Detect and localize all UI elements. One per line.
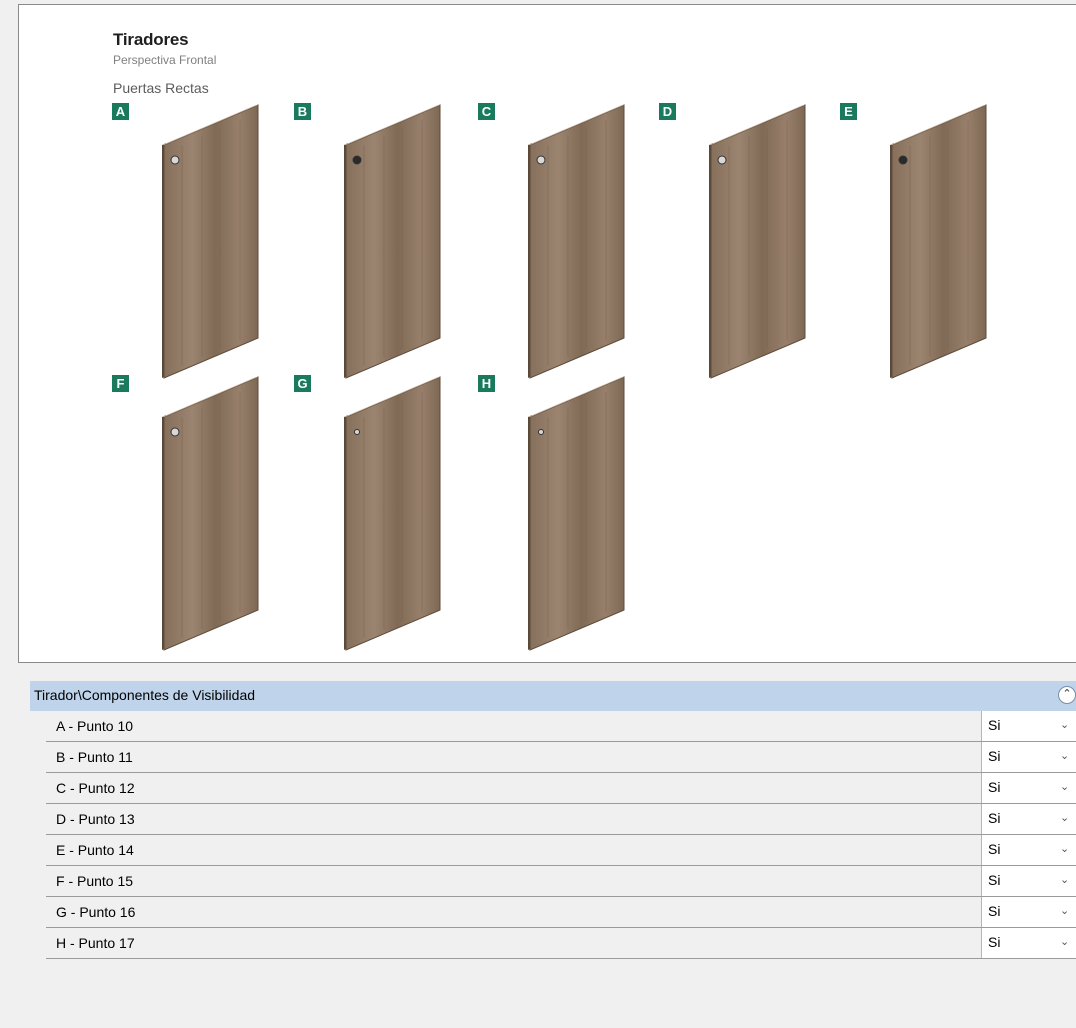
property-label: E - Punto 14 [56, 842, 134, 858]
dropdown-value: Si [988, 717, 1001, 733]
visibility-dropdown[interactable]: Si ⌄ [981, 711, 1076, 741]
visibility-dropdown[interactable]: Si ⌄ [981, 804, 1076, 834]
property-label: A - Punto 10 [56, 718, 134, 734]
property-row: C - Punto 12 Si ⌄ [46, 773, 1076, 804]
preview-panel: Tiradores Perspectiva Frontal Puertas Re… [18, 4, 1076, 663]
visibility-dropdown[interactable]: Si ⌄ [981, 866, 1076, 896]
properties-group-header[interactable]: Tirador\Componentes de Visibilidad ⌃ [30, 681, 1076, 711]
property-rows: A - Punto 10 Si ⌄ B - Punto 11 Si ⌄ C - Punto … [30, 711, 1076, 959]
square-handle-icon [717, 155, 727, 165]
door-panel-image [528, 376, 625, 651]
visibility-dropdown[interactable]: Si ⌄ [981, 773, 1076, 803]
door-item-c: C [478, 103, 638, 379]
chevron-up-double-icon[interactable]: ⌃ [1058, 686, 1076, 704]
visibility-dropdown[interactable]: Si ⌄ [981, 928, 1076, 958]
round-knob-icon [170, 155, 180, 165]
property-row: G - Punto 16 Si ⌄ [46, 897, 1076, 928]
property-row: A - Punto 10 Si ⌄ [46, 711, 1076, 742]
small-knob-icon [538, 429, 544, 435]
property-label: G - Punto 16 [56, 904, 136, 920]
dropdown-value: Si [988, 810, 1001, 826]
door-panel-image [709, 104, 806, 379]
properties-panel: Tirador\Componentes de Visibilidad ⌃ A -… [30, 681, 1076, 959]
door-item-g: G [294, 375, 454, 651]
pull-handle-icon [536, 155, 546, 165]
dropdown-value: Si [988, 872, 1001, 888]
preview-subtitle: Perspectiva Frontal [113, 53, 217, 67]
door-item-h: H [478, 375, 638, 651]
door-item-b: B [294, 103, 454, 379]
property-row: H - Punto 17 Si ⌄ [46, 928, 1076, 959]
section-label: Puertas Rectas [113, 80, 209, 96]
chevron-down-icon[interactable]: ⌄ [1060, 935, 1069, 948]
small-knob-icon [354, 429, 360, 435]
visibility-dropdown[interactable]: Si ⌄ [981, 835, 1076, 865]
dark-knob-icon [352, 155, 362, 165]
chevron-down-icon[interactable]: ⌄ [1060, 749, 1069, 762]
door-panel-image [528, 104, 625, 379]
chevron-down-icon[interactable]: ⌄ [1060, 904, 1069, 917]
property-row: D - Punto 13 Si ⌄ [46, 804, 1076, 835]
door-item-d: D [659, 103, 819, 379]
door-panel-image [162, 104, 259, 379]
round-knob-icon [170, 427, 180, 437]
chevron-down-icon[interactable]: ⌄ [1060, 873, 1069, 886]
door-panel-image [162, 376, 259, 651]
chevron-down-icon[interactable]: ⌄ [1060, 811, 1069, 824]
property-label: B - Punto 11 [56, 749, 133, 765]
property-label: D - Punto 13 [56, 811, 135, 827]
door-panel-image [344, 376, 441, 651]
property-row: E - Punto 14 Si ⌄ [46, 835, 1076, 866]
door-item-e: E [840, 103, 1000, 379]
door-item-a: A [112, 103, 272, 379]
dropdown-value: Si [988, 748, 1001, 764]
chevron-down-icon[interactable]: ⌄ [1060, 842, 1069, 855]
property-row: F - Punto 15 Si ⌄ [46, 866, 1076, 897]
property-row: B - Punto 11 Si ⌄ [46, 742, 1076, 773]
door-panel-image [890, 104, 987, 379]
dropdown-value: Si [988, 841, 1001, 857]
preview-title: Tiradores [113, 30, 189, 49]
chevron-down-icon[interactable]: ⌄ [1060, 718, 1069, 731]
dark-knob-icon [898, 155, 908, 165]
dropdown-value: Si [988, 903, 1001, 919]
property-label: C - Punto 12 [56, 780, 135, 796]
dropdown-value: Si [988, 934, 1001, 950]
property-label: F - Punto 15 [56, 873, 134, 889]
door-panel-image [344, 104, 441, 379]
visibility-dropdown[interactable]: Si ⌄ [981, 742, 1076, 772]
visibility-dropdown[interactable]: Si ⌄ [981, 897, 1076, 927]
chevron-down-icon[interactable]: ⌄ [1060, 780, 1069, 793]
door-item-f: F [112, 375, 272, 651]
property-label: H - Punto 17 [56, 935, 135, 951]
dropdown-value: Si [988, 779, 1001, 795]
group-header-label: Tirador\Componentes de Visibilidad [34, 687, 256, 703]
